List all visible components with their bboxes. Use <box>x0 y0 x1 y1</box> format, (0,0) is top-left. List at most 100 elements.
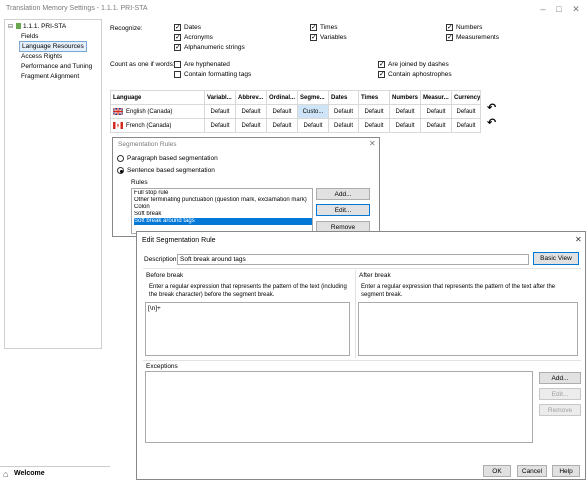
variables-label: Variables <box>320 34 347 41</box>
window-title: Translation Memory Settings - 1.1.1. PRI… <box>6 5 148 12</box>
grid-cell[interactable]: Default <box>451 118 481 133</box>
variables-checkbox[interactable] <box>310 33 317 42</box>
close-icon[interactable]: ✕ <box>369 139 376 148</box>
minimize-icon[interactable]: – <box>536 3 550 15</box>
acronyms-checkbox[interactable] <box>174 33 181 42</box>
dialog-title: Edit Segmentation Rule <box>142 237 216 244</box>
description-input[interactable] <box>177 254 529 265</box>
grid-cell[interactable]: Default <box>420 118 452 133</box>
list-item[interactable]: Other terminating punctuation (question … <box>134 197 312 204</box>
maximize-icon[interactable]: □ <box>552 3 566 15</box>
tree-item-language-resources[interactable]: Language Resources <box>19 41 87 52</box>
list-item[interactable]: Full stop rule <box>134 190 312 197</box>
tree-item-fields[interactable]: Fields <box>21 32 38 41</box>
grid-cell[interactable]: Default <box>266 118 298 133</box>
language-name: French (Canada) <box>126 123 172 130</box>
grid-cell[interactable]: Default <box>451 104 481 119</box>
grid-cell[interactable]: Default <box>204 104 236 119</box>
exceptions-label: Exceptions <box>146 363 178 370</box>
settings-tree: ⊟ 1.1.1. PRI-STA Fields Language Resourc… <box>4 19 102 349</box>
col-header[interactable]: Segme... <box>297 90 329 105</box>
grid-header-row: Language Variabl... Abbrev... Ordinal...… <box>110 90 487 105</box>
list-item[interactable]: Soft break <box>134 211 312 218</box>
joined-dashes-checkbox[interactable] <box>378 60 385 69</box>
grid-cell[interactable]: Default <box>420 104 452 119</box>
rules-list[interactable]: Full stop rule Other terminating punctua… <box>131 188 313 234</box>
grid-cell[interactable]: Default <box>358 104 390 119</box>
count-words-label: Count as one if words: <box>110 61 175 68</box>
grid-cell[interactable]: Default <box>328 118 359 133</box>
col-header[interactable]: Numbers <box>389 90 421 105</box>
uk-flag-icon <box>113 107 123 115</box>
col-header[interactable]: Language <box>110 90 205 105</box>
table-row[interactable]: English (Canada) Default Default Default… <box>110 104 487 119</box>
exception-remove-button[interactable]: Remove <box>539 404 581 416</box>
numbers-checkbox[interactable] <box>446 23 453 32</box>
col-header[interactable]: Measur... <box>420 90 452 105</box>
row-spacer <box>481 105 487 119</box>
canada-flag-icon <box>113 121 123 129</box>
col-header[interactable]: Abbrev... <box>235 90 267 105</box>
grid-cell[interactable]: Default <box>358 118 390 133</box>
col-header[interactable]: Dates <box>328 90 359 105</box>
welcome-tab[interactable]: ⌂ Welcome <box>0 466 110 480</box>
dates-checkbox[interactable] <box>174 23 181 32</box>
apostrophes-checkbox[interactable] <box>378 70 385 79</box>
exceptions-list[interactable] <box>145 371 533 443</box>
undo-icon[interactable]: ↶ <box>487 101 496 114</box>
list-item-selected[interactable]: Soft break around tags <box>134 218 312 225</box>
main-title-bar: Translation Memory Settings - 1.1.1. PRI… <box>0 0 586 18</box>
tree-root[interactable]: 1.1.1. PRI-STA <box>23 22 66 31</box>
col-header[interactable]: Currency <box>451 90 481 105</box>
before-break-textarea[interactable]: [\n]+ <box>145 302 350 356</box>
grid-cell[interactable]: Default <box>204 118 236 133</box>
language-cell[interactable]: English (Canada) <box>110 104 205 119</box>
tree-item-access-rights[interactable]: Access Rights <box>21 52 62 61</box>
dialog-title: Segmentation Rules <box>118 141 177 148</box>
add-rule-button[interactable]: Add... <box>316 188 370 200</box>
grid-cell[interactable]: Default <box>389 104 421 119</box>
grid-cell[interactable]: Default <box>266 104 298 119</box>
close-icon[interactable]: ✕ <box>569 3 583 15</box>
grid-cell[interactable]: Default <box>389 118 421 133</box>
col-header[interactable]: Ordinal... <box>266 90 298 105</box>
exception-add-button[interactable]: Add... <box>539 372 581 384</box>
paragraph-label: Paragraph based segmentation <box>127 155 218 162</box>
grid-cell[interactable]: Default <box>297 118 329 133</box>
grid-cell[interactable]: Default <box>235 118 267 133</box>
collapse-icon[interactable]: ⊟ <box>8 23 13 30</box>
list-item[interactable]: Colon <box>134 204 312 211</box>
alphanumeric-checkbox[interactable] <box>174 43 181 52</box>
formatting-tags-checkbox[interactable] <box>174 71 181 78</box>
times-checkbox[interactable] <box>310 23 317 32</box>
edit-rule-button[interactable]: Edit... <box>316 204 370 216</box>
col-header[interactable]: Times <box>358 90 390 105</box>
grid-cell[interactable]: Default <box>328 104 359 119</box>
sentence-radio[interactable] <box>117 167 124 174</box>
after-break-textarea[interactable] <box>358 302 578 356</box>
tree-item-performance-tuning[interactable]: Performance and Tuning <box>21 62 92 71</box>
help-button[interactable]: Help <box>552 465 580 477</box>
exception-edit-button[interactable]: Edit... <box>539 388 581 400</box>
measurements-checkbox[interactable] <box>446 33 453 42</box>
edit-rule-dialog: Edit Segmentation Rule ✕ Description Bas… <box>136 231 586 480</box>
grid-cell[interactable]: Default <box>235 104 267 119</box>
tree-item-fragment-alignment[interactable]: Fragment Alignment <box>21 72 79 81</box>
ok-button[interactable]: OK <box>483 465 511 477</box>
alphanumeric-label: Alphanumeric strings <box>184 44 245 51</box>
undo-icon[interactable]: ↶ <box>487 116 496 129</box>
numbers-label: Numbers <box>456 24 483 31</box>
hyphenated-checkbox[interactable] <box>174 61 181 68</box>
close-icon[interactable]: ✕ <box>575 235 582 244</box>
col-header[interactable]: Variabl... <box>204 90 236 105</box>
paragraph-radio[interactable] <box>117 155 124 162</box>
language-name: English (Canada) <box>126 109 173 116</box>
table-row[interactable]: French (Canada) Default Default Default … <box>110 118 487 133</box>
cancel-button[interactable]: Cancel <box>517 465 547 477</box>
dates-label: Dates <box>184 24 201 31</box>
language-cell[interactable]: French (Canada) <box>110 118 205 133</box>
basic-view-button[interactable]: Basic View <box>533 252 579 265</box>
rules-label: Rules <box>131 179 148 186</box>
grid-cell-selected[interactable]: Custo... <box>297 104 329 119</box>
tm-icon <box>16 23 21 29</box>
